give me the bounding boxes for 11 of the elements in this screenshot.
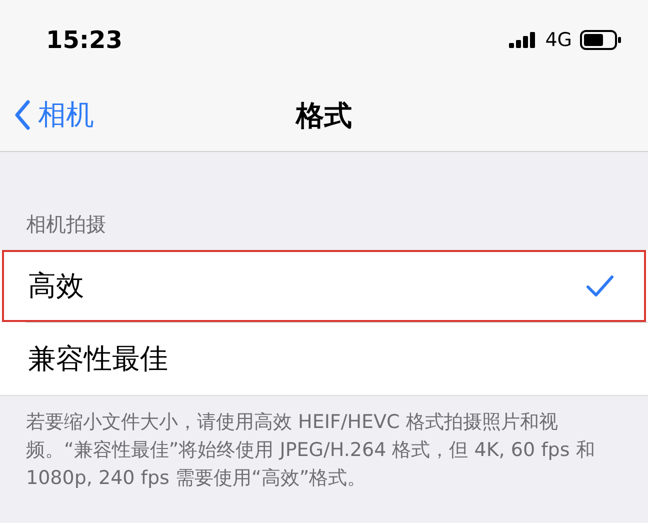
checkmark-icon xyxy=(586,274,614,298)
status-time: 15:23 xyxy=(46,25,122,56)
signal-icon xyxy=(509,32,538,48)
network-label: 4G xyxy=(545,28,572,53)
format-option[interactable]: 高效 xyxy=(2,250,646,322)
back-button[interactable]: 相机 xyxy=(14,94,94,136)
footer-note: 若要缩小文件大小，请使用高效 HEIF/HEVC 格式拍摄照片和视频。“兼容性最佳”将始终使用 JPEG/H.264 格式，但 4K, 60 fps 和1080p, 240 fps 需要使用“高效”格式。 xyxy=(25,410,596,491)
chevron-left-icon xyxy=(14,100,30,130)
section-header: 相机拍摄 xyxy=(25,211,107,238)
battery-icon xyxy=(580,30,622,50)
page-title: 格式 xyxy=(296,98,352,134)
